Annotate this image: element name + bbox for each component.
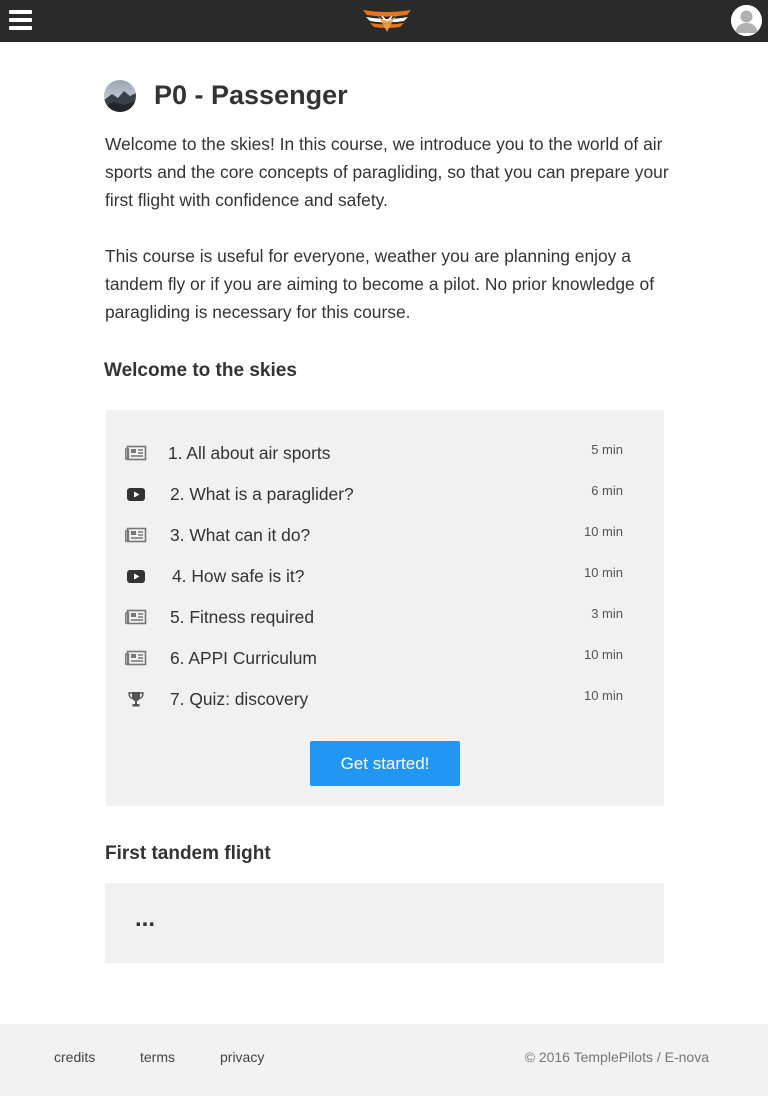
lesson-duration: 10 min <box>583 647 623 662</box>
section-placeholder-panel: ... <box>105 883 664 963</box>
article-icon <box>124 609 147 625</box>
course-audience-paragraph: This course is useful for everyone, weat… <box>105 246 655 322</box>
lesson-label: 3. What can it do? <box>170 525 311 545</box>
lesson-item[interactable]: 6. APPI Curriculum 10 min <box>106 643 664 673</box>
lesson-duration: 10 min <box>583 688 623 703</box>
top-bar <box>0 0 768 42</box>
lesson-item[interactable]: 2. What is a paraglider? 6 min <box>106 479 664 509</box>
user-avatar-icon[interactable] <box>731 5 762 36</box>
video-icon <box>125 568 147 584</box>
terms-link[interactable]: terms <box>140 1049 175 1065</box>
lesson-item[interactable]: 5. Fitness required 3 min <box>106 602 664 632</box>
lesson-item[interactable]: 7. Quiz: discovery 10 min <box>106 684 664 714</box>
lesson-label: 2. What is a paraglider? <box>170 484 354 504</box>
lesson-label: 5. Fitness required <box>170 607 315 627</box>
lesson-duration: 10 min <box>583 524 623 539</box>
section-title: Welcome to the skies <box>104 360 297 381</box>
footer: credits terms privacy © 2016 TemplePilot… <box>0 1024 768 1096</box>
lesson-duration: 3 min <box>591 606 623 621</box>
lesson-duration: 10 min <box>583 565 623 580</box>
lesson-duration: 6 min <box>591 483 623 498</box>
lesson-label: 4. How safe is it? <box>172 566 305 586</box>
lesson-duration: 5 min <box>591 442 623 457</box>
privacy-link[interactable]: privacy <box>220 1049 264 1065</box>
lesson-item[interactable]: 3. What can it do? 10 min <box>106 520 664 550</box>
course-avatar-image <box>104 80 136 112</box>
wings-logo[interactable] <box>360 4 414 36</box>
article-icon <box>124 445 147 461</box>
lesson-label: 6. APPI Curriculum <box>170 648 317 668</box>
credits-link[interactable]: credits <box>54 1049 95 1065</box>
lesson-item[interactable]: 1. All about air sports 5 min <box>106 438 664 468</box>
article-icon <box>124 527 147 543</box>
lesson-item[interactable]: 4. How safe is it? 10 min <box>106 561 664 591</box>
page-title: P0 - Passenger <box>154 80 348 110</box>
lesson-label: 7. Quiz: discovery <box>170 689 309 709</box>
article-icon <box>124 650 147 666</box>
trophy-icon <box>125 691 147 707</box>
lesson-list-panel: 1. All about air sports 5 min 2. What is… <box>106 410 664 806</box>
section-title: First tandem flight <box>105 843 271 864</box>
lesson-label: 1. All about air sports <box>168 443 331 463</box>
video-icon <box>125 486 147 502</box>
course-intro-paragraph: Welcome to the skies! In this course, we… <box>105 134 669 210</box>
get-started-button[interactable]: Get started! <box>310 741 460 786</box>
copyright-text: © 2016 TemplePilots / E-nova <box>524 1049 709 1065</box>
hamburger-menu-icon[interactable] <box>9 10 32 31</box>
placeholder-ellipsis: ... <box>135 905 156 932</box>
